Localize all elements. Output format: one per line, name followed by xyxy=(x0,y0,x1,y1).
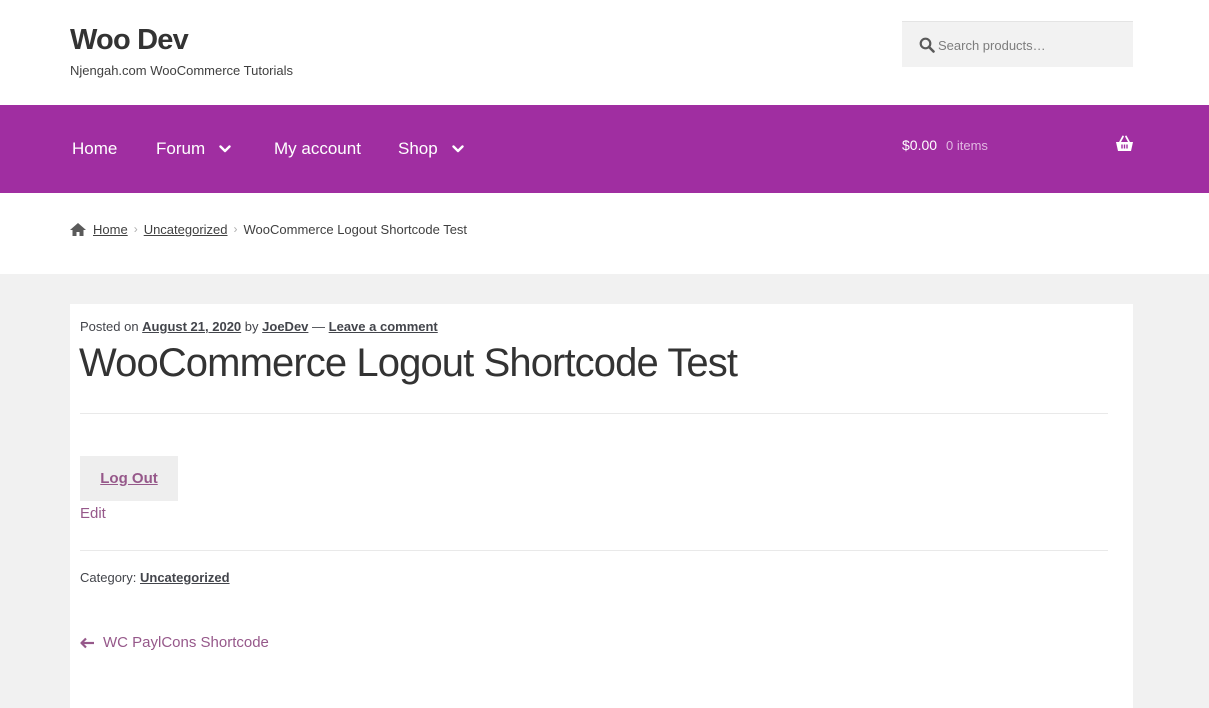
previous-post-link[interactable]: WC PaylCons Shortcode xyxy=(80,634,269,651)
home-icon xyxy=(70,222,86,236)
leave-comment-link[interactable]: Leave a comment xyxy=(329,319,438,334)
post-meta: Posted on August 21, 2020 by JoeDev — Le… xyxy=(80,319,438,334)
primary-navigation: Home Forum My account Shop $0.00 0 items xyxy=(0,105,1209,193)
category-link[interactable]: Uncategorized xyxy=(140,570,230,585)
previous-post-label: WC PaylCons Shortcode xyxy=(103,634,269,651)
chevron-down-icon xyxy=(452,145,464,153)
logout-button[interactable]: Log Out xyxy=(80,456,178,501)
meta-dash: — xyxy=(312,319,326,334)
post-date-link[interactable]: August 21, 2020 xyxy=(142,319,241,334)
category-label: Category: xyxy=(80,570,137,585)
nav-item-label: Home xyxy=(72,139,118,158)
post-category: Category: Uncategorized xyxy=(80,570,230,585)
arrow-left-icon xyxy=(80,637,94,648)
site-title[interactable]: Woo Dev xyxy=(70,24,189,57)
search-box xyxy=(902,21,1133,68)
search-icon xyxy=(919,37,935,53)
nav-item-home[interactable]: Home xyxy=(72,105,117,193)
breadcrumb-separator: › xyxy=(233,222,238,236)
nav-item-label: Shop xyxy=(398,139,438,158)
chevron-down-icon xyxy=(219,145,231,153)
edit-link[interactable]: Edit xyxy=(80,505,106,522)
nav-item-my-account[interactable]: My account xyxy=(274,105,361,193)
post-title: WooCommerce Logout Shortcode Test xyxy=(79,341,738,385)
post-author-link[interactable]: JoeDev xyxy=(262,319,308,334)
site-tagline: Njengah.com WooCommerce Tutorials xyxy=(70,63,294,78)
nav-item-forum[interactable]: Forum xyxy=(156,105,231,193)
search-input[interactable] xyxy=(938,22,1128,68)
breadcrumb: Home › Uncategorized › WooCommerce Logou… xyxy=(69,219,467,239)
shopping-basket-icon xyxy=(1116,135,1133,151)
nav-item-label: My account xyxy=(274,139,361,158)
content-divider xyxy=(80,550,1108,551)
nav-item-label: Forum xyxy=(156,139,206,158)
breadcrumb-current: WooCommerce Logout Shortcode Test xyxy=(243,221,468,237)
breadcrumb-home-link[interactable]: Home xyxy=(93,222,128,237)
cart-link[interactable]: $0.00 0 items xyxy=(902,105,1134,193)
title-divider xyxy=(80,413,1108,414)
site-header: Woo Dev Njengah.com WooCommerce Tutorial… xyxy=(0,0,1209,105)
nav-item-shop[interactable]: Shop xyxy=(398,105,464,193)
cart-item-count: 0 items xyxy=(946,138,988,153)
posted-on-label: Posted on xyxy=(80,319,139,334)
breadcrumb-category-link[interactable]: Uncategorized xyxy=(144,222,228,237)
breadcrumb-separator: › xyxy=(133,222,138,236)
by-label: by xyxy=(244,319,259,334)
cart-amount: $0.00 xyxy=(902,137,938,153)
